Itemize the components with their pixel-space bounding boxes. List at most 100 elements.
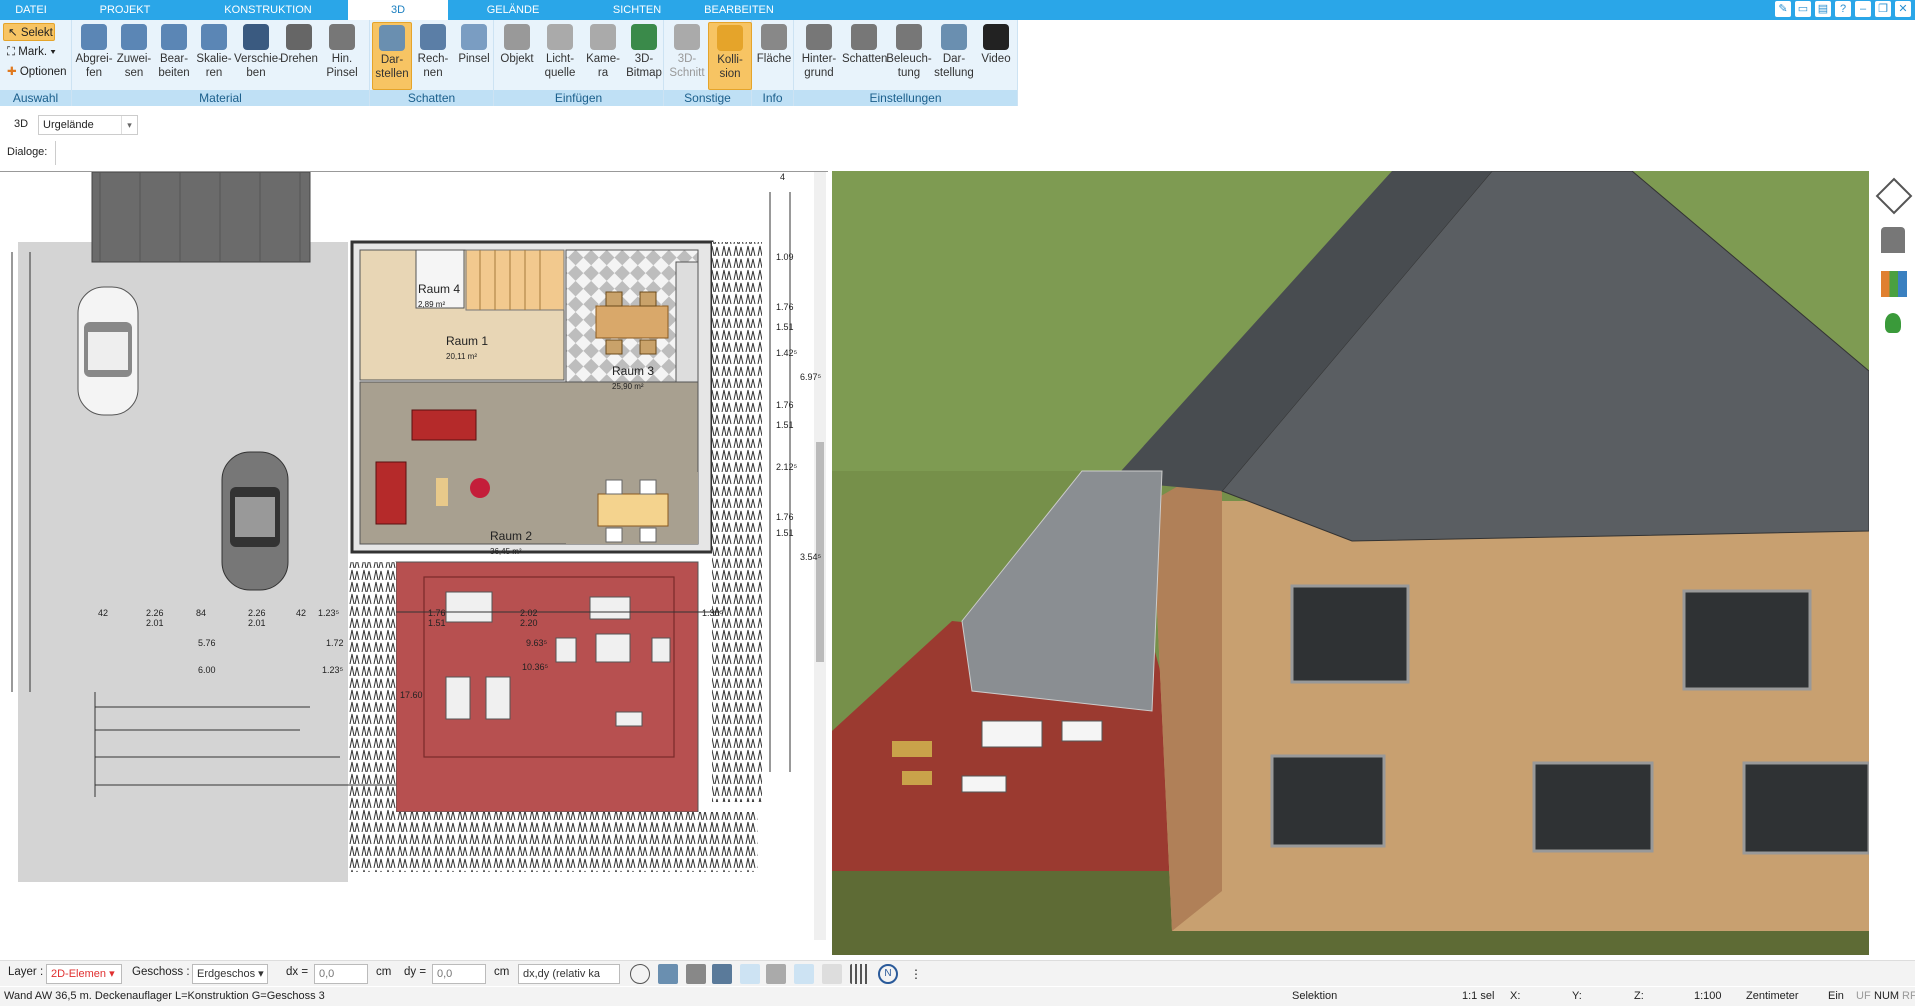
armchair bbox=[375, 461, 407, 525]
group-material: Abgrei- fen Zuwei- sen Bear- beiten Skalie-… bbox=[72, 20, 370, 106]
status-y: Y: bbox=[1572, 990, 1582, 1002]
kollision-button[interactable]: Kolli- sion bbox=[708, 22, 752, 90]
geschoss-select[interactable]: Erdgeschos ▾ bbox=[192, 964, 268, 984]
materials-icon[interactable] bbox=[1881, 271, 1907, 297]
selekt-button[interactable]: ↖ Selekt bbox=[3, 23, 55, 41]
tools-icon[interactable]: ✎ bbox=[1775, 1, 1791, 17]
dimension-label: 1.51 bbox=[428, 618, 446, 628]
snap-icon[interactable] bbox=[686, 964, 706, 984]
coordinate-mode-select[interactable]: dx,dy (relativ ka bbox=[518, 964, 620, 984]
tab-3d[interactable]: 3D bbox=[348, 0, 448, 20]
plane-icon[interactable] bbox=[794, 964, 814, 984]
layer-stack-icon[interactable] bbox=[822, 964, 842, 984]
chair-icon[interactable] bbox=[1881, 227, 1905, 253]
north-icon[interactable]: N bbox=[878, 964, 898, 984]
dimension-label: 1.23⁵ bbox=[318, 608, 340, 618]
layer-select[interactable]: 2D-Elemen ▾ bbox=[46, 964, 122, 984]
3dschnitt-button[interactable]: 3D- Schnitt bbox=[666, 22, 708, 90]
zuweisen-label: Zuwei- sen bbox=[116, 53, 152, 79]
hatch-icon[interactable] bbox=[766, 964, 786, 984]
rechnen-button[interactable]: Rech- nen bbox=[412, 22, 454, 90]
floor-plan-canvas bbox=[11, 172, 826, 940]
3d-render-canvas bbox=[832, 171, 1869, 955]
more-icon[interactable]: ⋮ bbox=[906, 964, 926, 984]
layers-icon[interactable] bbox=[1875, 177, 1913, 215]
fläche-button[interactable]: Fläche bbox=[754, 22, 794, 90]
3dbitmap-icon bbox=[631, 24, 657, 50]
3d-view[interactable] bbox=[832, 171, 1869, 955]
mark-button[interactable]: ⛶ Mark. ▾ bbox=[3, 43, 63, 61]
tab-sichten[interactable]: SICHTEN bbox=[578, 0, 696, 20]
lichtquelle-button[interactable]: Licht- quelle bbox=[538, 22, 582, 90]
video-button[interactable]: Video bbox=[976, 22, 1016, 90]
status-x: X: bbox=[1510, 990, 1521, 1002]
dy-input[interactable]: 0,0 bbox=[432, 964, 486, 984]
verschieben-icon bbox=[243, 24, 269, 50]
clock-icon[interactable] bbox=[630, 964, 650, 984]
group-label-material: Material bbox=[72, 90, 369, 106]
cursor-icon: ↖ bbox=[8, 27, 18, 39]
dining-table bbox=[595, 305, 669, 339]
tab-gelnde[interactable]: GELÄNDE bbox=[448, 0, 578, 20]
tree-icon[interactable] bbox=[1885, 313, 1901, 333]
dimension-label: 3.54⁵ bbox=[800, 552, 822, 562]
close-icon[interactable]: ✕ bbox=[1895, 1, 1911, 17]
group-sonstige: 3D- Schnitt Kolli- sion Sonstige bbox=[664, 20, 752, 106]
tab-projekt[interactable]: PROJEKT bbox=[62, 0, 188, 20]
floor-plan-view[interactable]: Raum 4 2,89 m² Raum 1 20,11 m² Raum 3 25,90… bbox=[0, 171, 828, 940]
video-icon bbox=[983, 24, 1009, 50]
kamera-icon bbox=[590, 24, 616, 50]
layout-icon[interactable]: ▤ bbox=[1815, 1, 1831, 17]
dimension-label: 1.51 bbox=[776, 322, 794, 332]
darstellung-label: Dar- stellung bbox=[934, 53, 974, 79]
dimension-label: 6.97⁵ bbox=[800, 372, 822, 382]
kamera-button[interactable]: Kame- ra bbox=[582, 22, 624, 90]
lichtquelle-label: Licht- quelle bbox=[544, 53, 576, 79]
window-4 bbox=[1532, 761, 1654, 853]
screen-icon[interactable] bbox=[658, 964, 678, 984]
status-num: NUM bbox=[1874, 990, 1900, 1002]
rechnen-label: Rech- nen bbox=[417, 53, 449, 79]
hinpinsel-button[interactable]: Hin. Pinsel bbox=[320, 22, 364, 90]
3dschnitt-icon bbox=[674, 24, 700, 50]
grid-icon[interactable] bbox=[850, 964, 870, 984]
status-ein: Ein bbox=[1828, 990, 1844, 1002]
darstellung-button[interactable]: Dar- stellung bbox=[932, 22, 976, 90]
terrain-select[interactable]: Urgelände ▾ bbox=[38, 115, 138, 135]
dx-input[interactable]: 0,0 bbox=[314, 964, 368, 984]
restore-icon[interactable]: ❐ bbox=[1875, 1, 1891, 17]
darstellen-button[interactable]: Dar- stellen bbox=[372, 22, 412, 90]
window-1 bbox=[1290, 584, 1410, 684]
object-icon[interactable] bbox=[712, 964, 732, 984]
dimension-label: 2.02 bbox=[520, 608, 538, 618]
wall-icon[interactable] bbox=[740, 964, 760, 984]
tab-datei[interactable]: DATEI bbox=[0, 0, 62, 20]
help-icon[interactable]: ? bbox=[1835, 1, 1851, 17]
hintergrund-button[interactable]: Hinter- grund bbox=[796, 22, 842, 90]
tab-bearbeiten[interactable]: BEARBEITEN bbox=[696, 0, 782, 20]
pinsel-button[interactable]: Pinsel bbox=[454, 22, 494, 90]
group-einstellungen: Hinter- grund Schatten Beleuch- tung Dar- s… bbox=[794, 20, 1018, 106]
minimize-icon[interactable]: – bbox=[1855, 1, 1871, 17]
dx-label: dx = bbox=[286, 966, 309, 978]
window-icon[interactable]: ▭ bbox=[1795, 1, 1811, 17]
hinpinsel-icon bbox=[329, 24, 355, 50]
3dbitmap-button[interactable]: 3D- Bitmap bbox=[624, 22, 664, 90]
tab-konstruktion[interactable]: KONSTRUKTION bbox=[188, 0, 348, 20]
zuweisen-button[interactable]: Zuwei- sen bbox=[114, 22, 154, 90]
objekt-button[interactable]: Objekt bbox=[496, 22, 538, 90]
abgreifen-button[interactable]: Abgrei- fen bbox=[74, 22, 114, 90]
terrace bbox=[395, 561, 699, 813]
status-uf: UF bbox=[1856, 990, 1871, 1002]
optionen-button[interactable]: ✚ Optionen bbox=[3, 63, 71, 81]
verschieben-button[interactable]: Verschie- ben bbox=[234, 22, 282, 90]
schatten-button[interactable]: Schatten bbox=[842, 22, 887, 90]
dimension-label: 1.30⁵ bbox=[702, 608, 724, 618]
abgreifen-icon bbox=[81, 24, 107, 50]
drehen-button[interactable]: Drehen bbox=[278, 22, 320, 90]
skalieren-button[interactable]: Skalie- ren bbox=[194, 22, 234, 90]
bearbeiten-button[interactable]: Bear- beiten bbox=[154, 22, 194, 90]
status-unit: Zentimeter bbox=[1746, 990, 1799, 1002]
house-walls bbox=[1152, 501, 1869, 931]
beleuchtung-button[interactable]: Beleuch- tung bbox=[886, 22, 932, 90]
